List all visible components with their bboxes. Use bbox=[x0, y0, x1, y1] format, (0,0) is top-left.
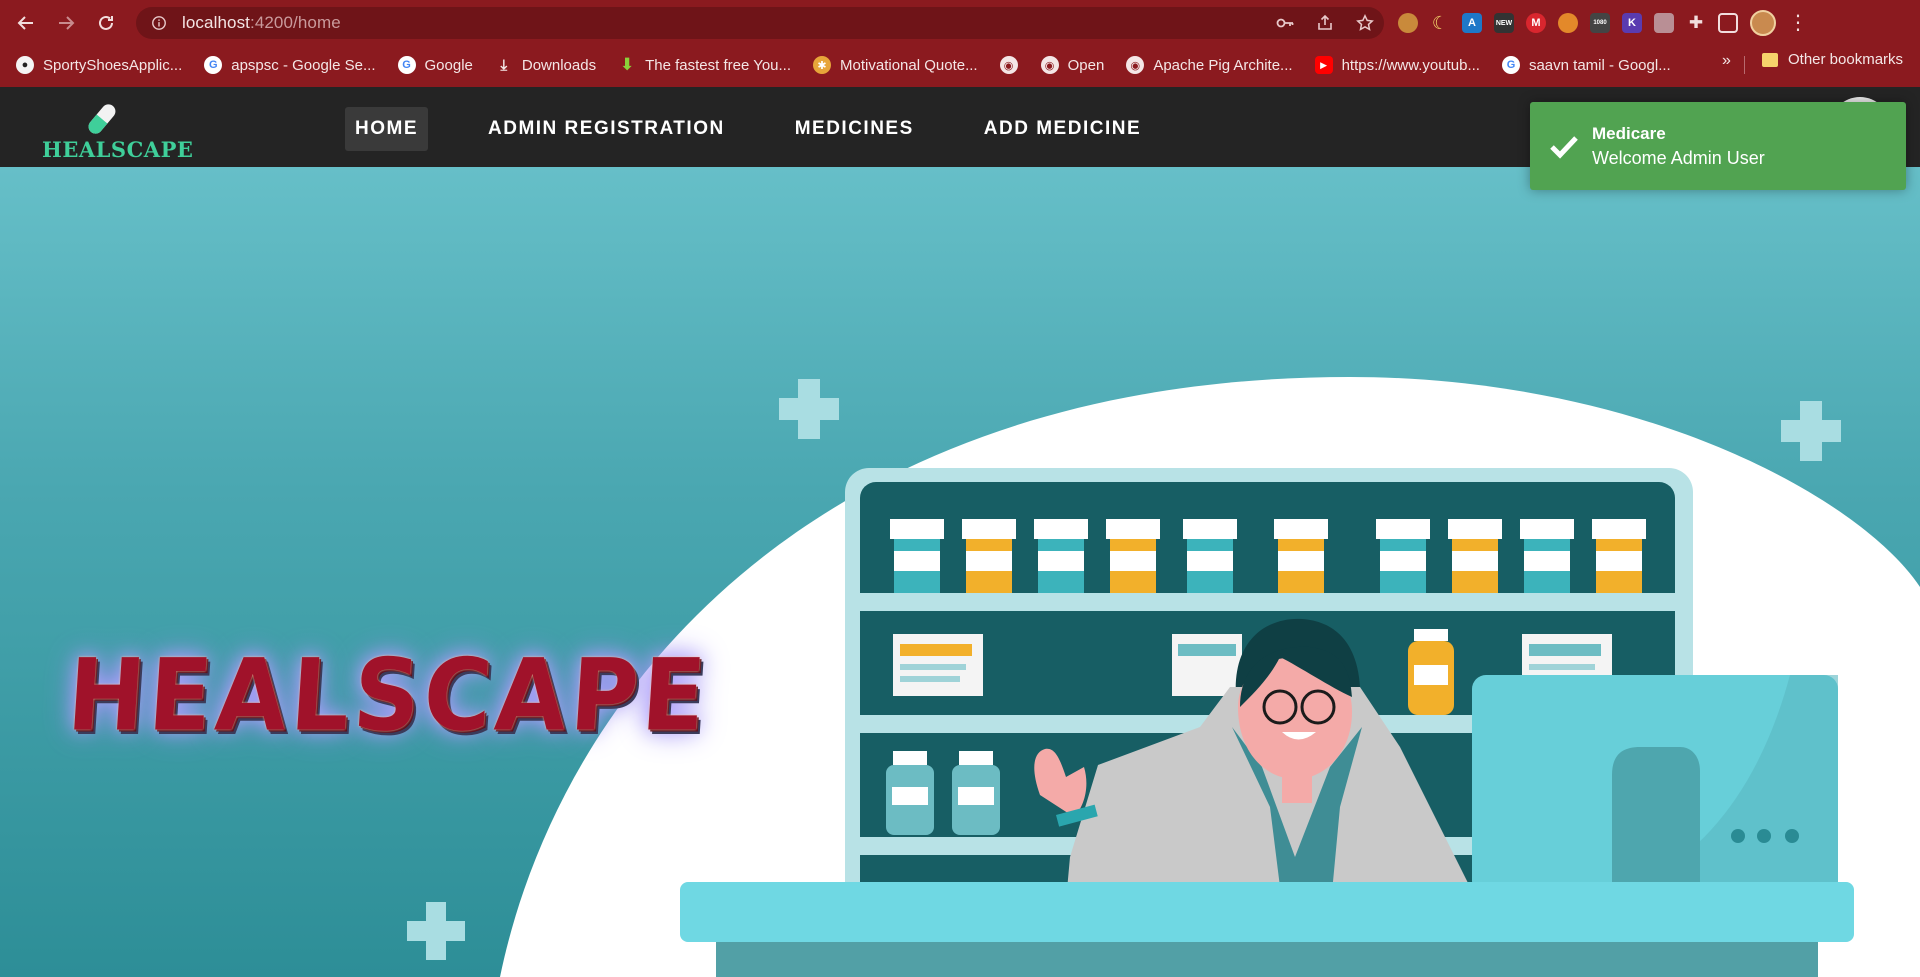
checkmark-icon bbox=[1550, 136, 1578, 159]
globe-icon: ◉ bbox=[1040, 56, 1059, 74]
bookmark-label: saavn tamil - Googl... bbox=[1528, 56, 1671, 74]
google-icon: G bbox=[397, 56, 416, 74]
video-extension-icon[interactable]: 1080 bbox=[1590, 13, 1610, 33]
bookmark-label: https://www.youtub... bbox=[1341, 56, 1480, 74]
profile-avatar[interactable] bbox=[1750, 10, 1776, 36]
arrow-down-icon: ⬇ bbox=[619, 55, 635, 74]
bookmark-item[interactable]: ⤓ Downloads bbox=[495, 51, 597, 79]
download-icon: ⤓ bbox=[500, 56, 508, 74]
address-bar[interactable]: localhost:4200/home bbox=[136, 7, 1384, 39]
bookmark-item[interactable]: G Google bbox=[397, 51, 473, 79]
github-icon: ● bbox=[16, 56, 34, 74]
bookmark-label: Motivational Quote... bbox=[840, 56, 978, 74]
bookmarks-bar: ● SportyShoesApplic... Gapspsc - Google S… bbox=[0, 48, 1920, 82]
reload-button[interactable] bbox=[86, 3, 126, 43]
moon-extension-icon[interactable]: ☾ bbox=[1430, 13, 1450, 33]
bookmark-label: Downloads bbox=[521, 56, 597, 74]
pill-icon bbox=[88, 104, 116, 134]
url-host: localhost bbox=[182, 13, 250, 32]
forward-button[interactable] bbox=[46, 3, 86, 43]
forward-arrow-icon bbox=[59, 16, 75, 30]
bookmark-label: SportyShoesApplic... bbox=[43, 56, 183, 74]
bookmark-label: The fastest free You... bbox=[645, 56, 792, 74]
bookmark-item[interactable]: ✱ Motivational Quote... bbox=[813, 51, 978, 79]
success-toast[interactable]: Medicare Welcome Admin User bbox=[1530, 102, 1906, 190]
translate-extension-icon[interactable]: A bbox=[1462, 13, 1482, 33]
nav-add-medicine[interactable]: ADD MEDICINE bbox=[974, 107, 1151, 151]
bookmark-item[interactable]: ● SportyShoesApplic... bbox=[16, 51, 182, 79]
bookmark-item[interactable]: ◉ bbox=[999, 51, 1027, 79]
google-icon: G bbox=[204, 56, 223, 74]
counter-body bbox=[716, 942, 1818, 977]
nav-admin-registration[interactable]: ADMIN REGISTRATION bbox=[478, 107, 735, 151]
hero-title: HEALSCAPE bbox=[64, 637, 713, 754]
side-panel-icon[interactable] bbox=[1718, 13, 1738, 33]
nav-medicines[interactable]: MEDICINES bbox=[785, 107, 924, 151]
brand-logo[interactable]: HEALSCAPE bbox=[40, 95, 193, 162]
nav-home[interactable]: HOME bbox=[345, 107, 428, 151]
bookmark-item[interactable]: Gapspsc - Google Se... bbox=[204, 51, 376, 79]
extension-icons: ☾ A NEW M 1080 K ✚ ⋮ bbox=[1398, 8, 1808, 38]
back-button[interactable] bbox=[6, 3, 46, 43]
hero-banner: HEALSCAPE bbox=[0, 167, 1920, 977]
more-bookmarks-button[interactable]: » bbox=[1722, 52, 1731, 70]
main-nav: HOME ADMIN REGISTRATION MEDICINES ADD ME… bbox=[345, 107, 1201, 151]
puzzle-icon[interactable]: ✚ bbox=[1686, 13, 1706, 33]
mail-extension-icon[interactable]: M bbox=[1526, 13, 1546, 33]
reload-icon bbox=[99, 15, 113, 30]
pinwheel-icon: ✱ bbox=[813, 56, 832, 74]
bookmark-item[interactable]: ◉ Open bbox=[1040, 51, 1105, 79]
brand-name: HEALSCAPE bbox=[42, 137, 194, 162]
bookmark-label: Apache Pig Archite... bbox=[1153, 56, 1293, 74]
app-page: HEALSCAPE HOME ADMIN REGISTRATION MEDICI… bbox=[0, 87, 1920, 977]
back-arrow-icon bbox=[17, 16, 33, 30]
pharmacist-illustration bbox=[407, 377, 1920, 977]
cookie-extension-icon[interactable] bbox=[1398, 13, 1418, 33]
bookmark-label: Open bbox=[1067, 56, 1105, 74]
bookmark-item[interactable]: ◉ Apache Pig Archite... bbox=[1126, 51, 1293, 79]
menu-kebab-icon[interactable]: ⋮ bbox=[1788, 13, 1808, 33]
bookmark-label: Google bbox=[424, 56, 473, 74]
folder-icon bbox=[1762, 52, 1778, 67]
bookmark-item[interactable]: ⬇ The fastest free You... bbox=[618, 51, 791, 79]
star-icon[interactable] bbox=[1356, 14, 1374, 32]
person-check-extension-icon[interactable] bbox=[1558, 13, 1578, 33]
youtube-icon: ▶ bbox=[1314, 56, 1333, 74]
counter-top bbox=[680, 882, 1854, 942]
globe-icon: ◉ bbox=[999, 56, 1018, 74]
bookmark-separator bbox=[1744, 56, 1745, 74]
toast-message: Welcome Admin User bbox=[1592, 148, 1765, 168]
key-icon[interactable] bbox=[1276, 14, 1294, 32]
other-bookmarks-button[interactable]: Other bookmarks bbox=[1762, 51, 1903, 68]
omnibox-actions bbox=[1276, 7, 1374, 39]
url-path: :4200/home bbox=[250, 13, 341, 32]
square-extension-icon[interactable] bbox=[1654, 13, 1674, 33]
url-text: localhost:4200/home bbox=[182, 13, 341, 33]
site-info-icon[interactable] bbox=[150, 14, 168, 32]
new-extension-icon[interactable]: NEW bbox=[1494, 13, 1514, 33]
google-icon: G bbox=[1501, 56, 1520, 74]
bookmark-item[interactable]: ▶ https://www.youtub... bbox=[1314, 51, 1480, 79]
keyboard-extension-icon[interactable]: K bbox=[1622, 13, 1642, 33]
other-bookmarks-label: Other bookmarks bbox=[1788, 51, 1904, 68]
bookmark-item[interactable]: Gsaavn tamil - Googl... bbox=[1501, 51, 1671, 79]
globe-icon: ◉ bbox=[1126, 56, 1145, 74]
toast-title: Medicare bbox=[1592, 124, 1666, 143]
bookmark-label: apspsc - Google Se... bbox=[231, 56, 376, 74]
share-icon[interactable] bbox=[1316, 14, 1334, 32]
browser-chrome: localhost:4200/home ☾ A NEW M 1080 K ✚ ⋮… bbox=[0, 0, 1920, 87]
browser-toolbar: localhost:4200/home ☾ A NEW M 1080 K ✚ ⋮ bbox=[0, 0, 1920, 46]
